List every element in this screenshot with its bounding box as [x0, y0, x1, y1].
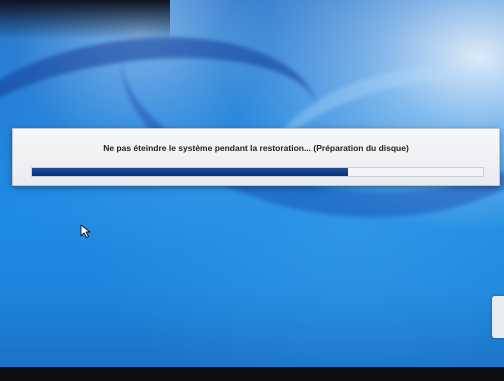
screen-bezel-bottom: [0, 367, 504, 381]
restore-progress-fill: [32, 168, 348, 176]
restore-progress-bar: [31, 167, 484, 177]
screen-bezel-shadow: [0, 0, 170, 40]
restore-status-message: Ne pas éteindre le système pendant la re…: [103, 143, 409, 153]
recovery-screen: Ne pas éteindre le système pendant la re…: [0, 0, 504, 381]
side-panel-tab[interactable]: [492, 296, 504, 338]
restore-progress-dialog: Ne pas éteindre le système pendant la re…: [12, 128, 500, 186]
mouse-pointer-icon: [80, 224, 91, 238]
